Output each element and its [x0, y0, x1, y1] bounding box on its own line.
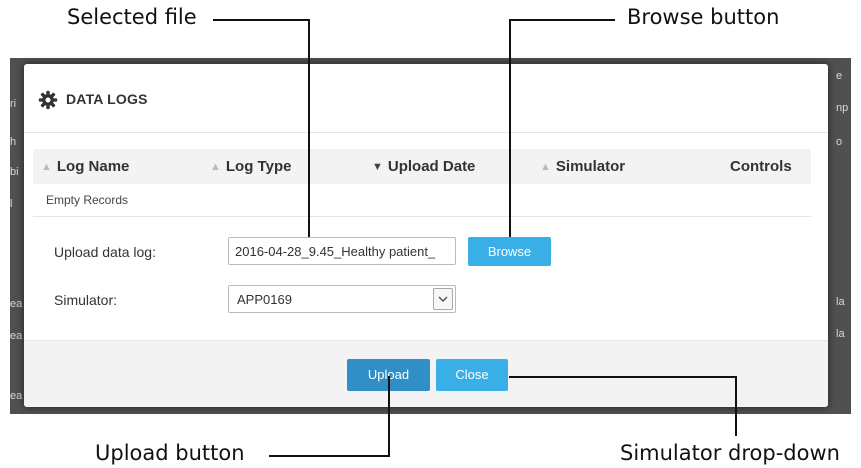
background-text-fragment: ea: [10, 298, 23, 310]
column-header-controls: Controls: [730, 158, 792, 175]
background-text-fragment: ri: [10, 98, 17, 110]
data-logs-modal: DATA LOGS ▲︎ Log Name ▲︎ Log Type ▼︎ Upload…: [24, 64, 828, 407]
background-text-fragment: o: [836, 136, 843, 148]
sort-icon: ▲︎: [41, 161, 52, 173]
column-header-upload-date[interactable]: ▼︎ Upload Date: [372, 158, 475, 175]
column-header-simulator[interactable]: ▲︎ Simulator: [540, 158, 625, 175]
background-text-fragment: np: [836, 102, 849, 114]
column-label: Upload Date: [387, 158, 476, 175]
simulator-label: Simulator:: [54, 292, 118, 308]
leader-line: [509, 376, 737, 378]
background-text-fragment: ea: [10, 330, 23, 342]
background-text-fragment: h: [10, 136, 17, 148]
background-text-fragment: la: [836, 328, 845, 340]
browse-button[interactable]: Browse: [468, 237, 551, 266]
empty-records-text: Empty Records: [46, 193, 129, 207]
leader-line: [213, 19, 310, 21]
table-row: Empty Records: [33, 184, 811, 217]
sort-desc-icon: ▼︎: [372, 161, 383, 173]
column-label: Controls: [730, 158, 792, 175]
table-header: ▲︎ Log Name ▲︎ Log Type ▼︎ Upload Date ▲︎ Si…: [33, 149, 811, 184]
sort-icon: ▲︎: [540, 161, 551, 173]
leader-line: [308, 19, 310, 237]
column-label: Log Name: [56, 158, 130, 175]
column-header-log-name[interactable]: ▲︎ Log Name: [41, 158, 129, 175]
leader-line: [509, 19, 511, 237]
background-text-fragment: la: [836, 296, 845, 308]
chevron-down-icon[interactable]: [433, 288, 453, 310]
column-label: Log Type: [225, 158, 292, 175]
close-button[interactable]: Close: [436, 359, 508, 391]
upload-data-log-label: Upload data log:: [54, 244, 156, 260]
column-header-log-type[interactable]: ▲︎ Log Type: [210, 158, 291, 175]
selected-file-field[interactable]: [228, 237, 456, 265]
sort-icon: ▲︎: [210, 161, 221, 173]
background-text-fragment: ea: [10, 390, 23, 402]
simulator-selected-value: APP0169: [237, 292, 292, 307]
leader-line: [735, 376, 737, 436]
modal-header: DATA LOGS: [24, 64, 828, 133]
callout-selected-file: Selected file: [67, 5, 197, 29]
background-text-fragment: bi: [10, 166, 19, 178]
simulator-dropdown[interactable]: APP0169: [228, 285, 456, 313]
leader-line: [388, 376, 390, 457]
background-text-fragment: l: [10, 198, 13, 210]
modal-title: DATA LOGS: [66, 91, 148, 107]
callout-simulator-dropdown: Simulator drop-down: [620, 441, 840, 465]
background-text-fragment: e: [836, 70, 843, 82]
column-label: Simulator: [555, 158, 626, 175]
gear-icon: [38, 90, 58, 110]
callout-upload-button: Upload button: [95, 441, 245, 465]
leader-line: [269, 455, 390, 457]
callout-browse-button: Browse button: [627, 5, 780, 29]
leader-line: [509, 19, 615, 21]
